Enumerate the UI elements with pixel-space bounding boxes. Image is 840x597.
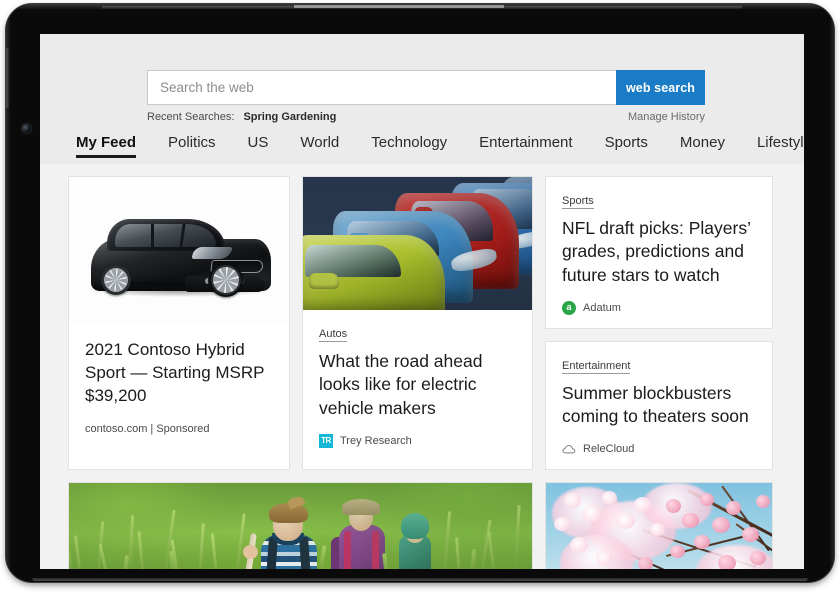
sports-source: a Adatum	[562, 301, 756, 315]
recent-searches-row: Recent Searches: Spring Gardening Manage…	[147, 111, 705, 123]
right-column: Sports NFL draft picks: Players’ grades,…	[545, 176, 773, 470]
autos-headline: What the road ahead looks like for elect…	[319, 350, 516, 420]
car-product-image	[69, 177, 289, 325]
nav-item-entertainment[interactable]: Entertainment	[463, 134, 588, 158]
adatum-logo: a	[562, 301, 576, 315]
source-name: Adatum	[583, 302, 621, 314]
front-camera	[22, 124, 31, 133]
search-header: web search Recent Searches: Spring Garde…	[40, 34, 804, 164]
entertainment-headline: Summer blockbusters coming to theaters s…	[562, 382, 756, 429]
hiking-kids-image	[69, 483, 532, 569]
bezel-seam-highlight	[294, 5, 504, 8]
entertainment-article-card[interactable]: Entertainment Summer blockbusters coming…	[545, 341, 773, 471]
manage-history-link[interactable]: Manage History	[628, 111, 705, 123]
web-search-button[interactable]: web search	[616, 70, 705, 105]
sports-kicker[interactable]: Sports	[562, 195, 594, 209]
feed-row-bottom	[68, 482, 776, 569]
nav-label: Technology	[371, 134, 447, 151]
cherry-blossom-card[interactable]	[545, 482, 773, 569]
autos-kicker[interactable]: Autos	[319, 328, 347, 342]
tablet-screen: web search Recent Searches: Spring Garde…	[40, 34, 804, 569]
relecloud-cloud-icon	[562, 442, 576, 456]
colorful-cars-image	[303, 177, 532, 310]
nav-label: Money	[680, 134, 725, 151]
nav-item-money[interactable]: Money	[664, 134, 741, 158]
autos-source: TR Trey Research	[319, 434, 516, 448]
sports-article-card[interactable]: Sports NFL draft picks: Players’ grades,…	[545, 176, 773, 329]
hiking-kids-card[interactable]	[68, 482, 533, 569]
nav-item-us[interactable]: US	[232, 134, 285, 158]
recent-searches-label: Recent Searches:	[147, 111, 234, 123]
recent-search-item[interactable]: Spring Gardening	[243, 111, 336, 123]
nav-label: Sports	[605, 134, 648, 151]
nav-label: Lifestyle	[757, 134, 804, 151]
nav-label: US	[248, 134, 269, 151]
sports-headline: NFL draft picks: Players’ grades, predic…	[562, 217, 756, 287]
category-nav: My Feed Politics US World Technology Ent…	[68, 134, 804, 158]
entertainment-source: ReleCloud	[562, 442, 756, 456]
source-name: Trey Research	[340, 435, 412, 447]
sponsored-headline: 2021 Contoso Hybrid Sport — Starting MSR…	[85, 339, 273, 407]
cherry-blossom-image	[546, 483, 772, 569]
nav-item-technology[interactable]: Technology	[355, 134, 463, 158]
nav-item-sports[interactable]: Sports	[589, 134, 664, 158]
tablet-device: web search Recent Searches: Spring Garde…	[6, 4, 834, 582]
search-input[interactable]	[147, 70, 616, 105]
nav-item-politics[interactable]: Politics	[152, 134, 232, 158]
nav-item-world[interactable]: World	[284, 134, 355, 158]
attribution-text: contoso.com | Sponsored	[85, 423, 210, 435]
nav-label: My Feed	[76, 134, 136, 151]
news-feed: 2021 Contoso Hybrid Sport — Starting MSR…	[40, 164, 804, 569]
nav-item-my-feed[interactable]: My Feed	[68, 134, 152, 158]
nav-label: Politics	[168, 134, 216, 151]
feed-row-top: 2021 Contoso Hybrid Sport — Starting MSR…	[68, 176, 776, 470]
power-button[interactable]	[6, 48, 9, 108]
device-bottom-edge	[32, 578, 808, 581]
autos-article-card[interactable]: Autos What the road ahead looks like for…	[302, 176, 533, 470]
nav-item-lifestyle[interactable]: Lifestyle	[741, 134, 804, 158]
source-name: ReleCloud	[583, 443, 634, 455]
sponsored-attribution: contoso.com | Sponsored	[85, 423, 273, 435]
search-bar: web search	[147, 70, 705, 105]
nav-label: Entertainment	[479, 134, 572, 151]
sponsored-car-card[interactable]: 2021 Contoso Hybrid Sport — Starting MSR…	[68, 176, 290, 470]
nav-label: World	[300, 134, 339, 151]
entertainment-kicker[interactable]: Entertainment	[562, 360, 630, 374]
trey-research-logo: TR	[319, 434, 333, 448]
